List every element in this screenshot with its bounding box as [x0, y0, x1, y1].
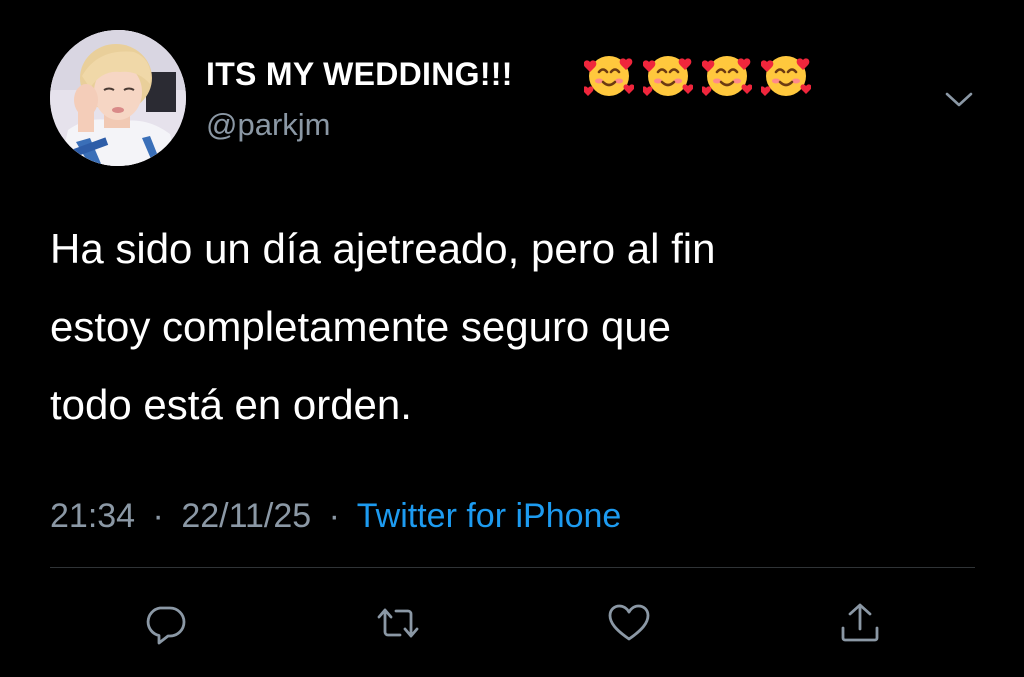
smiling-face-with-hearts-icon: [584, 56, 634, 96]
retweet-button[interactable]: [373, 598, 423, 648]
heart-icon: [608, 604, 650, 641]
tweet-text-line: Ha sido un día ajetreado, pero al fin: [50, 225, 716, 272]
retweet-icon: [377, 608, 419, 638]
tweet-text-line: todo está en orden.: [50, 381, 412, 428]
tweet-date[interactable]: 22/11/25: [181, 497, 311, 535]
tweet-meta: 21:34 · 22/11/25 · Twitter for iPhone: [50, 494, 621, 538]
divider: [50, 567, 975, 568]
smiling-face-with-hearts-icon: [702, 56, 752, 96]
like-button[interactable]: [604, 598, 654, 648]
share-button[interactable]: [835, 598, 885, 648]
name-emojis: [584, 50, 811, 100]
tweet-source-link[interactable]: Twitter for iPhone: [357, 497, 622, 535]
tweet-text: Ha sido un día ajetreado, pero al fin es…: [50, 210, 950, 444]
smiling-face-with-hearts-icon: [643, 56, 693, 96]
user-handle[interactable]: @parkjm: [206, 106, 330, 144]
smiling-face-with-hearts-icon: [761, 56, 811, 96]
tweet-text-line: estoy completamente seguro que: [50, 303, 672, 350]
display-name[interactable]: ITS MY WEDDING!!!: [206, 54, 513, 94]
tweet-time[interactable]: 21:34: [50, 497, 135, 535]
reply-button[interactable]: [140, 598, 190, 648]
avatar[interactable]: [50, 30, 186, 166]
more-options-button[interactable]: [942, 82, 976, 116]
chevron-down-icon: [945, 92, 973, 107]
meta-separator: ·: [152, 497, 164, 535]
avatar-photo: [50, 30, 186, 166]
tweet-detail: ITS MY WEDDING!!! @parkjm Ha sido un día…: [0, 0, 1024, 677]
reply-icon: [146, 606, 186, 645]
share-icon: [841, 603, 879, 642]
meta-separator: ·: [328, 497, 340, 535]
